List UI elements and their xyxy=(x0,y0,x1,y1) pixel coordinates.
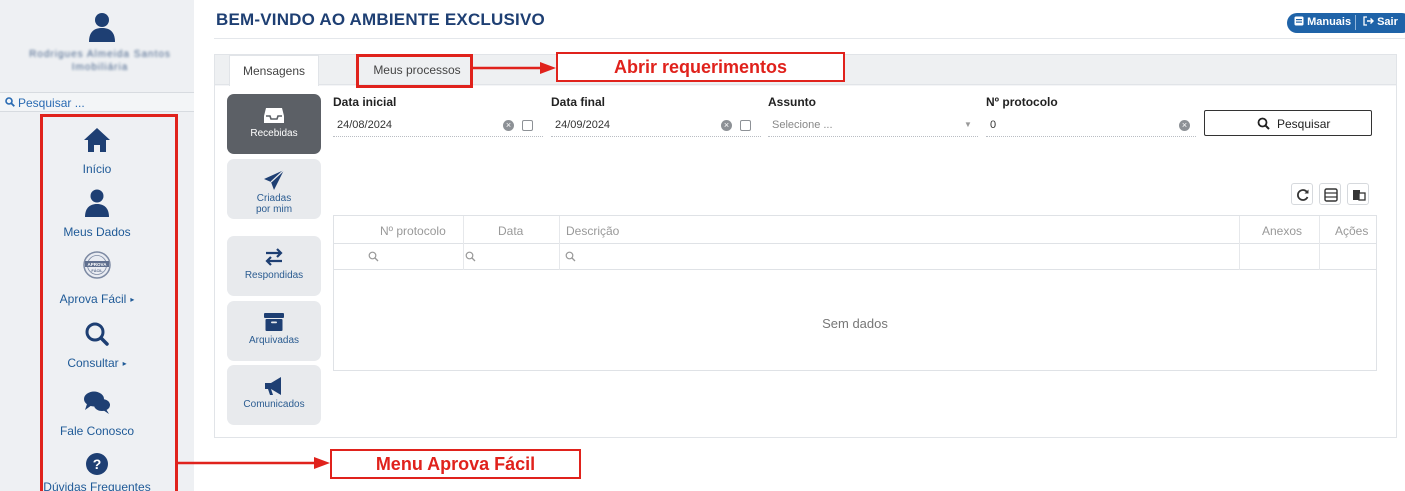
user-avatar-icon xyxy=(89,13,115,42)
annotation-arrow xyxy=(472,62,556,74)
archive-icon xyxy=(264,313,284,331)
grid-empty-text: Sem dados xyxy=(822,316,888,331)
column-chooser-button[interactable] xyxy=(1319,183,1341,205)
pesquisar-label: Pesquisar xyxy=(1277,117,1331,131)
column-header-protocolo[interactable]: Nº protocolo xyxy=(380,224,446,238)
sign-out-icon xyxy=(1363,16,1374,26)
search-icon xyxy=(1257,117,1270,130)
sidebar-search[interactable]: Pesquisar ... xyxy=(0,92,194,112)
search-icon[interactable] xyxy=(565,251,576,262)
export-button[interactable] xyxy=(1347,183,1369,205)
column-chooser-icon xyxy=(1324,188,1338,202)
assunto-placeholder: Selecione ... xyxy=(772,119,833,131)
paper-plane-icon xyxy=(264,169,285,190)
user-name: Rodrigues Almeida Santos Imobiliária xyxy=(29,49,171,73)
folder-arquivadas-button[interactable]: Arquivadas xyxy=(227,301,321,361)
megaphone-icon xyxy=(265,377,281,395)
annotation-meus-processos-highlight xyxy=(356,54,473,88)
user-block: Rodrigues Almeida Santos Imobiliária xyxy=(0,0,194,92)
calendar-icon[interactable] xyxy=(740,120,751,131)
data-inicial-value: 24/08/2024 xyxy=(337,119,393,131)
manuais-label: Manuais xyxy=(1307,16,1352,28)
export-icon xyxy=(1353,190,1366,201)
assunto-select[interactable]: Selecione ... ▼ xyxy=(768,115,978,137)
messages-grid: Nº protocolo Data Descrição Anexos Ações… xyxy=(333,215,1377,371)
protocolo-value: 0 xyxy=(990,119,997,131)
annotation-arrow xyxy=(176,457,330,469)
data-final-label: Data final xyxy=(551,95,606,109)
search-icon xyxy=(5,97,15,107)
clear-icon[interactable]: × xyxy=(721,120,732,131)
folder-comunicados-button[interactable]: Comunicados xyxy=(227,365,321,425)
pesquisar-button[interactable]: Pesquisar xyxy=(1204,110,1372,136)
folder-label: Arquivadas xyxy=(248,335,300,346)
data-inicial-field[interactable]: 24/08/2024 × xyxy=(333,115,543,137)
annotation-menu-highlight xyxy=(40,114,178,491)
exchange-arrows-icon xyxy=(265,248,283,266)
folder-recebidas-button[interactable]: Recebidas xyxy=(227,94,321,154)
folder-criadas-button[interactable]: Criadas por mim xyxy=(227,159,321,219)
folder-label: Respondidas xyxy=(244,270,304,281)
assunto-label: Assunto xyxy=(768,95,816,109)
folder-respondidas-button[interactable]: Respondidas xyxy=(227,236,321,296)
annotation-menu-aprova-facil: Menu Aprova Fácil xyxy=(330,449,581,479)
data-inicial-label: Data inicial xyxy=(333,95,397,109)
refresh-button[interactable] xyxy=(1291,183,1313,205)
clear-icon[interactable]: × xyxy=(1179,120,1190,131)
chevron-down-icon: ▼ xyxy=(964,120,972,129)
annotation-abrir-requerimentos: Abrir requerimentos xyxy=(556,52,845,82)
tab-mensagens[interactable]: Mensagens xyxy=(229,55,319,86)
grid-column xyxy=(560,216,1240,270)
clear-icon[interactable]: × xyxy=(503,120,514,131)
column-header-data[interactable]: Data xyxy=(498,224,523,238)
main-panel: Mensagens Meus processos Recebidas Criad… xyxy=(214,54,1397,438)
top-actions: Manuais Sair xyxy=(1287,13,1405,33)
protocolo-field[interactable]: 0 × xyxy=(986,115,1196,137)
inbox-icon xyxy=(264,108,284,123)
header-divider xyxy=(214,38,1405,39)
divider xyxy=(1355,15,1356,30)
sair-label: Sair xyxy=(1377,16,1398,28)
page-title: BEM-VINDO AO AMBIENTE EXCLUSIVO xyxy=(216,10,545,29)
data-final-value: 24/09/2024 xyxy=(555,119,611,131)
book-icon xyxy=(1294,16,1304,26)
folder-label: Criadas por mim xyxy=(255,193,293,215)
sidebar-search-placeholder: Pesquisar ... xyxy=(18,96,85,110)
search-icon[interactable] xyxy=(368,251,379,262)
protocolo-label: Nº protocolo xyxy=(986,95,1058,109)
column-header-acoes[interactable]: Ações xyxy=(1335,224,1368,238)
column-header-descricao[interactable]: Descrição xyxy=(566,224,619,238)
data-final-field[interactable]: 24/09/2024 × xyxy=(551,115,761,137)
tab-content: Recebidas Criadas por mim Respondidas Ar… xyxy=(215,86,1396,437)
column-header-anexos[interactable]: Anexos xyxy=(1262,224,1302,238)
folder-label: Recebidas xyxy=(250,128,298,139)
sair-link[interactable]: Sair xyxy=(1363,16,1398,28)
manuais-link[interactable]: Manuais xyxy=(1294,16,1351,28)
folder-label: Comunicados xyxy=(243,399,305,410)
refresh-icon xyxy=(1297,189,1309,201)
search-icon[interactable] xyxy=(465,251,476,262)
calendar-icon[interactable] xyxy=(522,120,533,131)
